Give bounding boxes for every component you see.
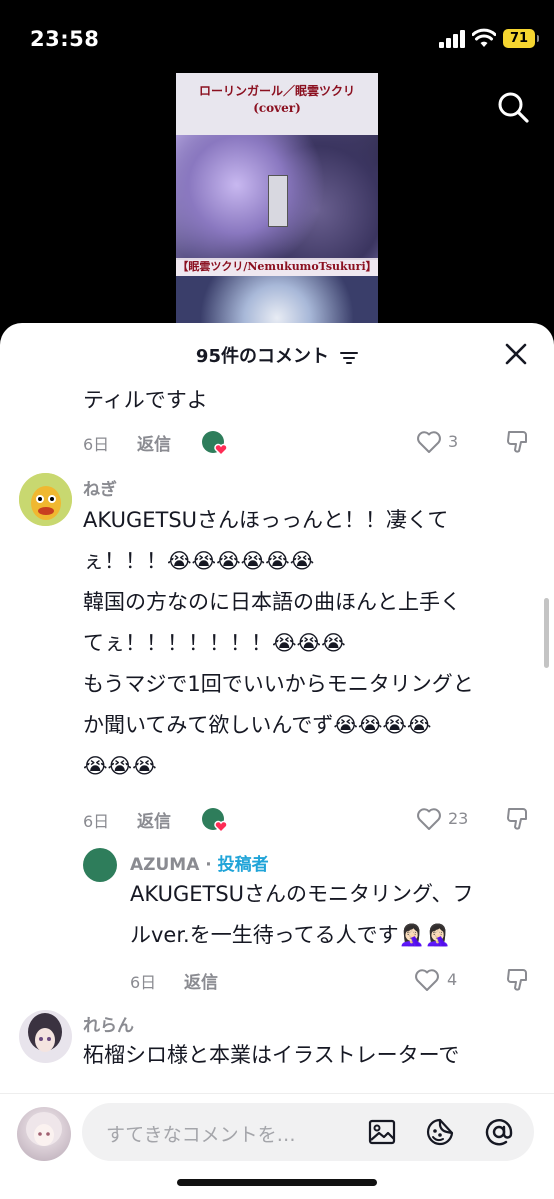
comment-text-line: AKUGETSUさんほっっんと！！凄くて — [83, 508, 449, 532]
comment-text-line: ぇ！！！😭😭😭😭😭😭 — [83, 549, 315, 573]
avatar[interactable] — [19, 473, 72, 526]
video-title-line2: (cover) — [253, 101, 301, 115]
like-count: 3 — [448, 432, 459, 451]
comment-list[interactable]: ティルですよ 6日 返信 3 ねぎ AKUGETSUさんほっっんと！！凄くて ぇ… — [0, 383, 554, 1093]
reply-text-line: AKUGETSUさんのモニタリング、フ — [130, 882, 474, 906]
like-heart-icon[interactable] — [416, 430, 442, 454]
reply-author-line: AZUMA · 投稿者 — [130, 850, 269, 875]
avatar-image — [19, 473, 72, 526]
video-preview[interactable]: ローリンガール／眠雲ツクリ (cover) 【眠雲ツクリ/NemukumoTsu… — [176, 73, 378, 333]
reply-button[interactable]: 返信 — [137, 807, 171, 832]
emoji-sticker-icon[interactable] — [425, 1117, 455, 1147]
comment-text-line: 柘榴シロ様と本業はイラストレーターで — [83, 1043, 460, 1067]
cellular-signal-icon — [439, 30, 467, 48]
sort-filter-icon[interactable] — [340, 351, 359, 365]
comment-text: ティルですよ — [83, 388, 208, 412]
comment-text-line: 韓国の方なのに日本語の曲ほんと上手く — [83, 590, 461, 614]
creator-liked-badge-icon — [202, 808, 228, 834]
reply-age: 6日 — [130, 973, 157, 992]
wifi-icon — [472, 28, 496, 47]
commenter-name[interactable]: ねぎ — [83, 475, 117, 500]
author-avatar[interactable] — [83, 848, 117, 882]
status-time: 23:58 — [30, 27, 100, 51]
image-icon[interactable] — [367, 1117, 397, 1147]
home-indicator — [177, 1179, 377, 1186]
like-heart-icon[interactable] — [416, 807, 442, 831]
reply-author-name[interactable]: AZUMA — [130, 855, 199, 875]
video-title: ローリンガール／眠雲ツクリ (cover) — [176, 83, 378, 117]
sheet-header: 95件のコメント — [0, 323, 554, 383]
video-artwork — [176, 135, 378, 260]
name-separator: · — [199, 855, 218, 875]
reply-button[interactable]: 返信 — [184, 968, 218, 993]
reply-text-line: ルver.を一生待ってる人です🤦🏻‍♀️🤦🏻‍♀️ — [130, 923, 451, 947]
comment-input-placeholder: すてきなコメントを… — [106, 1124, 296, 1146]
video-title-line1: ローリンガール／眠雲ツクリ — [198, 84, 355, 98]
comment-text-line: もうマジで1回でいいからモニタリングと — [83, 672, 474, 696]
my-avatar-image — [26, 1112, 62, 1146]
status-bar: 23:58 71 — [0, 0, 554, 80]
like-count: 23 — [448, 809, 469, 828]
avatar-image — [19, 1010, 72, 1063]
comment-age: 6日 — [83, 812, 110, 831]
comment-input[interactable]: すてきなコメントを… — [82, 1103, 534, 1161]
close-icon[interactable] — [503, 341, 529, 367]
avatar[interactable] — [19, 1010, 72, 1063]
comment-text-line: か聞いてみて欲しいんでず😭😭😭😭 — [83, 713, 432, 737]
comment-text-line: 😭😭😭 — [83, 754, 157, 778]
creator-liked-badge-icon — [202, 431, 228, 457]
comment-text-line: てぇ！！！！！！！😭😭😭 — [83, 631, 346, 655]
like-heart-icon[interactable] — [414, 968, 440, 992]
artwork-panel — [268, 175, 288, 227]
reply-button[interactable]: 返信 — [137, 430, 171, 455]
commenter-name[interactable]: れらん — [83, 1011, 134, 1036]
video-subtitle: 【眠雲ツクリ/NemukumoTsukuri】 — [176, 258, 378, 276]
comment-input-bar: すてきなコメントを… — [0, 1093, 554, 1199]
comment-count-title: 95件のコメント — [195, 346, 329, 367]
dislike-thumb-icon[interactable] — [505, 806, 531, 832]
search-icon[interactable] — [496, 90, 530, 124]
my-avatar[interactable] — [17, 1107, 71, 1161]
like-count: 4 — [447, 970, 458, 989]
comment-scrollbar[interactable] — [544, 598, 549, 668]
author-badge: 投稿者 — [217, 855, 269, 875]
mention-at-icon[interactable] — [484, 1117, 514, 1147]
comment-age: 6日 — [83, 435, 110, 454]
battery-icon: 71 — [503, 29, 539, 48]
comment-sheet: 95件のコメント ティルですよ 6日 返信 3 ねぎ AKUGETSUさんほっっ… — [0, 323, 554, 1199]
dislike-thumb-icon[interactable] — [505, 967, 531, 993]
dislike-thumb-icon[interactable] — [505, 429, 531, 455]
